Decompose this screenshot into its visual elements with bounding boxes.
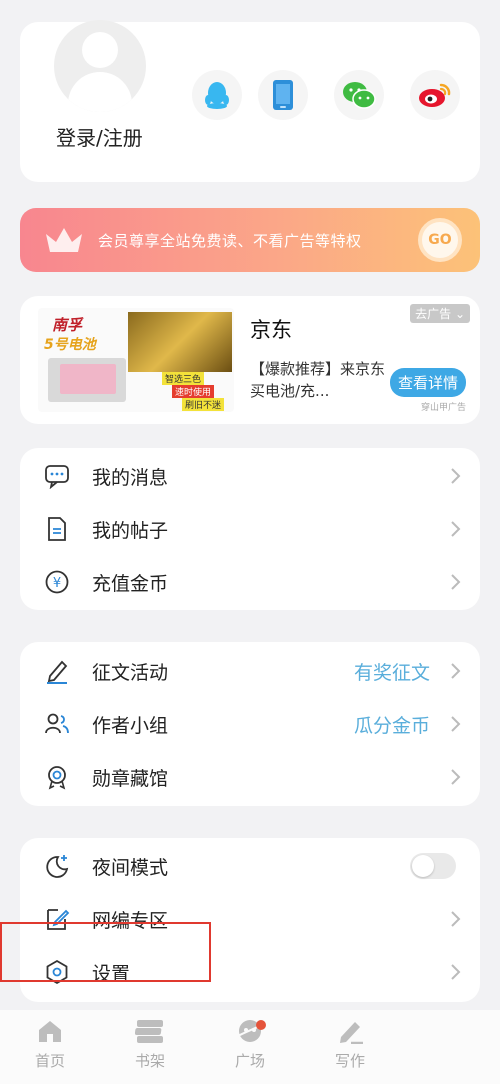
write-icon (340, 1022, 363, 1044)
avatar[interactable] (54, 20, 146, 112)
vip-banner[interactable]: 会员尊享全站免费读、不看广告等特权 GO (20, 208, 480, 272)
ad-image-tag: 速时使用 (172, 385, 215, 398)
menu-item-extra: 瓜分金币 (353, 714, 430, 737)
ad-source-label: 穿山甲广告 (420, 403, 466, 413)
svg-text:¥: ¥ (53, 576, 61, 591)
wechat-icon (343, 82, 376, 109)
document-icon (48, 517, 66, 541)
ad-image[interactable]: 南孚 5号电池 智选三色 速时使用 刷旧不迷 (38, 308, 234, 412)
chevron-right-icon (451, 716, 461, 732)
chevron-right-icon (451, 911, 461, 927)
tab-label: 写作 (334, 1052, 365, 1070)
menu-group-account: 我的消息 我的帖子 ¥ 充值金币 (20, 448, 480, 610)
ad-description: 【爆款推荐】来京东买电池/充... (250, 360, 386, 400)
ad-card[interactable]: 南孚 5号电池 智选三色 速时使用 刷旧不迷 京东 【爆款推荐】来京东买电池/充… (20, 296, 480, 424)
qq-icon (205, 82, 229, 109)
tab-label: 广场 (234, 1052, 265, 1070)
login-register-link[interactable]: 登录/注册 (56, 124, 146, 152)
message-icon (45, 465, 69, 489)
menu-item-messages[interactable]: 我的消息 (20, 450, 480, 502)
bottom-tab-bar: 首页 书架 广场 写作 (0, 1010, 500, 1084)
ad-image-tag: 智选三色 (162, 372, 205, 385)
coin-icon: ¥ (45, 570, 69, 594)
remove-ad-button[interactable]: 去广告 ⌄ (410, 304, 470, 323)
menu-item-medals[interactable]: 勋章藏馆 (20, 751, 480, 803)
menu-item-label: 征文活动 (92, 661, 169, 684)
tab-label: 首页 (34, 1052, 65, 1070)
vip-banner-text: 会员尊享全站免费读、不看广告等特权 (98, 232, 362, 250)
tab-write[interactable]: 写作 (320, 1018, 380, 1078)
tab-bookshelf[interactable]: 书架 (120, 1018, 180, 1078)
menu-item-label: 我的帖子 (92, 519, 169, 542)
moon-icon (46, 855, 69, 878)
home-icon (39, 1021, 61, 1042)
ad-title: 京东 (250, 318, 292, 342)
chevron-right-icon (451, 769, 461, 785)
chevron-right-icon (451, 574, 461, 590)
bookshelf-icon (135, 1020, 163, 1043)
weibo-login-button[interactable] (410, 70, 460, 120)
profile-card: 登录/注册 (20, 20, 480, 182)
ad-image-product: 5号电池 (44, 337, 96, 353)
tab-plaza[interactable]: 广场 (220, 1018, 280, 1078)
tab-label: 书架 (134, 1052, 165, 1070)
menu-item-label: 充值金币 (92, 572, 169, 595)
chevron-right-icon (451, 468, 461, 484)
highlight-box (0, 922, 211, 982)
crown-icon (46, 228, 82, 252)
phone-login-button[interactable] (258, 70, 308, 120)
qq-login-button[interactable] (192, 70, 242, 120)
ad-image-tag: 刷旧不迷 (182, 398, 225, 411)
vip-go-button[interactable]: GO (418, 218, 462, 262)
chevron-down-icon: ⌄ (454, 307, 465, 321)
remove-ad-label: 去广告 (415, 307, 452, 321)
group-icon (45, 713, 69, 734)
night-mode-toggle[interactable] (410, 853, 456, 879)
menu-item-label: 我的消息 (92, 466, 169, 489)
menu-item-label: 作者小组 (92, 714, 169, 737)
chevron-right-icon (451, 521, 461, 537)
medal-icon (48, 766, 66, 790)
menu-item-label: 夜间模式 (92, 856, 169, 879)
tab-home[interactable]: 首页 (20, 1018, 80, 1078)
wechat-login-button[interactable] (334, 70, 384, 120)
ad-image-brand: 南孚 (52, 316, 83, 334)
menu-item-author-group[interactable]: 作者小组 瓜分金币 (20, 698, 480, 750)
menu-item-label: 勋章藏馆 (92, 767, 169, 790)
menu-item-posts[interactable]: 我的帖子 (20, 503, 480, 555)
phone-icon (273, 80, 293, 110)
menu-item-essay-events[interactable]: 征文活动 有奖征文 (20, 645, 480, 697)
notification-badge (256, 1020, 266, 1030)
menu-group-creation: 征文活动 有奖征文 作者小组 瓜分金币 勋章藏馆 (20, 642, 480, 806)
menu-item-extra: 有奖征文 (353, 661, 430, 684)
ad-details-button[interactable]: 查看详情 (389, 368, 466, 397)
chevron-right-icon (451, 964, 461, 980)
pen-icon (47, 660, 68, 684)
chevron-right-icon (451, 663, 461, 679)
menu-item-night-mode: 夜间模式 (20, 840, 480, 892)
weibo-icon (419, 83, 451, 107)
menu-item-recharge[interactable]: ¥ 充值金币 (20, 556, 480, 608)
